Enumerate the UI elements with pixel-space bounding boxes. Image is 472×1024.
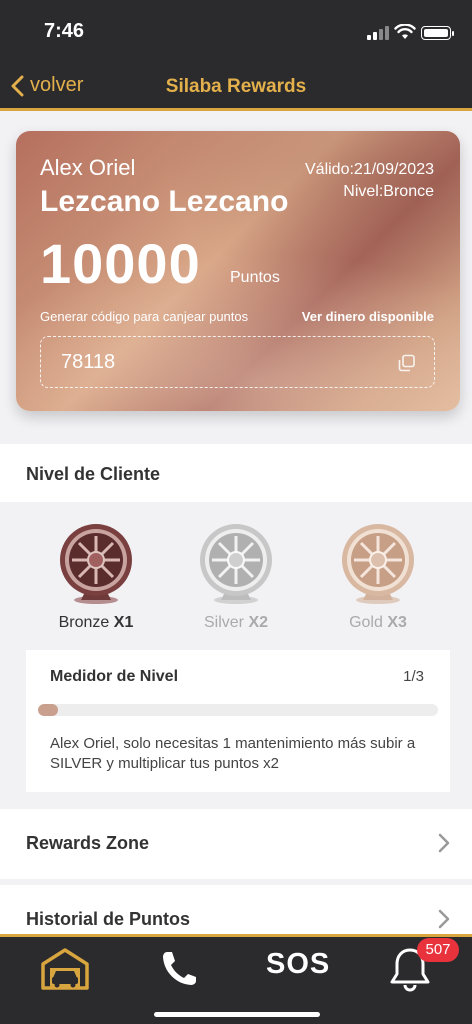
chevron-right-icon <box>438 833 450 853</box>
tab-bar: SOS 507 <box>0 934 472 1024</box>
client-level-header: Nivel de Cliente <box>0 444 472 502</box>
status-time: 7:46 <box>44 20 85 42</box>
code-value: 78118 <box>61 351 116 373</box>
level-name: Bronze <box>58 614 110 631</box>
level-multiplier: X2 <box>248 614 269 631</box>
level-multiplier: X1 <box>113 614 134 631</box>
silver-wheel-icon <box>200 524 272 604</box>
client-level-title: Nivel de Cliente <box>26 464 161 484</box>
copy-icon[interactable] <box>398 354 416 372</box>
menu-rewards-zone[interactable]: Rewards Zone <box>0 809 472 879</box>
meter-title: Medidor de Nivel <box>50 668 179 685</box>
garage-icon[interactable] <box>35 944 95 994</box>
page-title: Silaba Rewards <box>165 76 307 97</box>
level-gold[interactable]: Gold X3 <box>308 520 448 632</box>
level-meter: Medidor de Nivel 1/3 Alex Oriel, solo ne… <box>26 650 450 792</box>
points-unit: Puntos <box>230 269 280 286</box>
phone-icon[interactable] <box>148 944 208 994</box>
signal-icon <box>367 26 389 40</box>
code-box[interactable]: 78118 <box>40 336 435 388</box>
bronze-wheel-icon <box>60 524 132 604</box>
home-indicator[interactable] <box>154 1012 320 1017</box>
card-last-name: Lezcano Lezcano <box>40 185 289 218</box>
client-levels: Bronze X1 Silver X2 Gold X3 Medidor de N… <box>0 502 472 802</box>
meter-progress-bar <box>38 704 438 716</box>
gold-wheel-icon <box>342 524 414 604</box>
meter-message: Alex Oriel, solo necesitas 1 mantenimien… <box>50 735 416 772</box>
points-value: 10000 <box>40 232 201 295</box>
level-name: Silver <box>203 614 244 631</box>
level-silver[interactable]: Silver X2 <box>166 520 306 632</box>
wifi-icon <box>394 24 416 39</box>
meter-progress-fill <box>38 704 58 716</box>
status-bar: 7:46 <box>0 0 472 64</box>
notification-badge: 507 <box>417 938 459 962</box>
rewards-card: Alex Oriel Lezcano Lezcano Válido:21/09/… <box>16 131 460 411</box>
card-valid-date: Válido:21/09/2023 <box>305 161 434 178</box>
menu-label: Historial de Puntos <box>26 909 191 929</box>
menu-label: Rewards Zone <box>26 833 150 853</box>
card-first-name: Alex Oriel <box>40 155 136 180</box>
battery-icon <box>421 26 454 40</box>
chevron-right-icon <box>438 909 450 929</box>
sos-button[interactable]: SOS <box>266 948 330 981</box>
view-money-link[interactable]: Ver dinero disponible <box>302 309 434 324</box>
level-name: Gold <box>349 614 383 631</box>
card-level: Nivel:Bronce <box>343 183 434 200</box>
level-bronze[interactable]: Bronze X1 <box>26 520 166 632</box>
card-area: Alex Oriel Lezcano Lezcano Válido:21/09/… <box>0 111 472 444</box>
meter-count: 1/3 <box>403 668 424 685</box>
nav-bar: volver Silaba Rewards <box>0 64 472 110</box>
header: 7:46 volver Silaba Rewards <box>0 0 472 111</box>
tab-bar-divider <box>0 934 472 937</box>
generate-code-link[interactable]: Generar código para canjear puntos <box>40 309 248 324</box>
level-multiplier: X3 <box>387 614 407 631</box>
